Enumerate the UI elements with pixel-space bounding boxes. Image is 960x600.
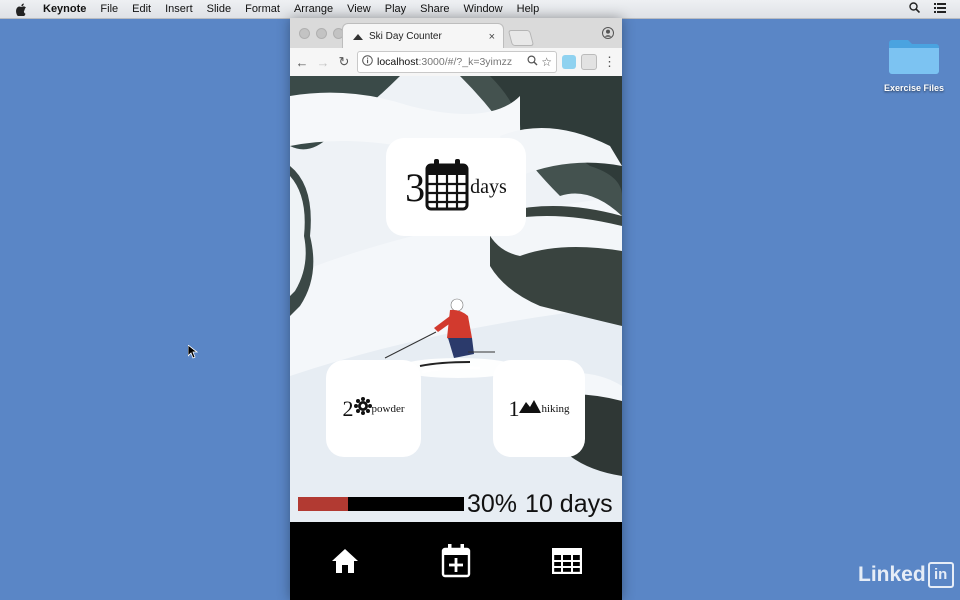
menu-file[interactable]: File [100,3,118,15]
goal-progress-fill [298,497,348,511]
mouse-cursor-icon [187,344,199,364]
address-bar[interactable]: localhost:3000/#/?_k=3yimzz ☆ [357,51,557,73]
mountain-icon [519,399,542,418]
window-controls [299,28,344,39]
backcountry-days-value: 1 [508,395,520,421]
snowflake-icon [353,397,372,420]
new-tab-button[interactable] [507,30,535,46]
url-path: :3000/#/?_k=3yimzz [418,56,513,68]
zoom-icon[interactable] [527,55,538,69]
folder-label: Exercise Files [883,83,945,93]
menu-kebab-icon[interactable]: ⋮ [603,54,616,70]
menubar: Keynote File Edit Insert Slide Format Ar… [0,0,960,19]
menu-share[interactable]: Share [420,3,449,15]
menu-view[interactable]: View [347,3,371,15]
bottom-nav [290,522,622,600]
goal-progress-bar [298,497,464,511]
menu-edit[interactable]: Edit [132,3,151,15]
search-icon[interactable] [909,2,921,16]
menu-slide[interactable]: Slide [207,3,231,15]
home-icon[interactable] [325,541,365,581]
bookmark-star-icon[interactable]: ☆ [541,55,552,69]
powder-days-value: 2 [342,395,354,421]
menu-format[interactable]: Format [245,3,280,15]
calendar-icon [425,158,469,216]
total-days-unit: days [470,175,507,198]
ski-favicon-icon [353,32,363,42]
total-days-card: 3 days [386,138,526,236]
add-day-icon[interactable] [436,541,476,581]
apple-icon[interactable] [14,3,28,16]
extension-icon-2[interactable] [581,54,597,70]
powder-days-unit: powder [371,402,405,415]
browser-window: Ski Day Counter × ← → ↻ localhost:3000/#… [290,18,622,600]
list-icon[interactable] [934,2,946,16]
info-icon[interactable] [362,55,373,69]
minimize-window-button[interactable] [316,28,327,39]
tab-title: Ski Day Counter [369,31,442,42]
menu-keynote[interactable]: Keynote [43,3,86,15]
total-days-value: 3 [405,164,426,210]
linkedin-watermark: Linked in [858,562,954,588]
goal-progress-text: 30% 10 days [467,490,613,519]
watermark-badge: in [927,562,954,588]
close-window-button[interactable] [299,28,310,39]
extension-icon[interactable] [562,55,576,69]
powder-days-card: 2 powder [326,360,421,457]
backcountry-days-unit: hiking [541,402,570,415]
url-host: localhost [377,56,419,68]
browser-toolbar: ← → ↻ localhost:3000/#/?_k=3yimzz ☆ ⋮ [290,48,622,77]
tab-bar: Ski Day Counter × [290,18,622,49]
forward-arrow-icon[interactable]: → [314,55,332,70]
menu-help[interactable]: Help [517,3,540,15]
watermark-text: Linked [858,563,926,586]
goal-progress: 30% 10 days [290,486,622,522]
folder-icon [889,40,939,74]
menu-insert[interactable]: Insert [165,3,193,15]
menu-play[interactable]: Play [385,3,406,15]
tab-ski-day-counter[interactable]: Ski Day Counter × [342,23,504,49]
tab-close-icon[interactable]: × [489,31,495,43]
goal-days: 10 days [525,489,613,518]
goal-percent: 30% [467,489,518,518]
desktop-folder[interactable]: Exercise Files [884,30,944,93]
backcountry-days-card: 1 hiking [493,360,585,457]
list-days-icon[interactable] [547,541,587,581]
back-arrow-icon[interactable]: ← [293,55,311,70]
reload-icon[interactable]: ↻ [335,54,353,70]
menu-arrange[interactable]: Arrange [294,3,333,15]
profile-icon[interactable] [602,26,614,44]
ski-day-counter-page: 3 days 2 powder 1 hiking 30% 10 days [290,76,622,600]
menu-window[interactable]: Window [464,3,503,15]
